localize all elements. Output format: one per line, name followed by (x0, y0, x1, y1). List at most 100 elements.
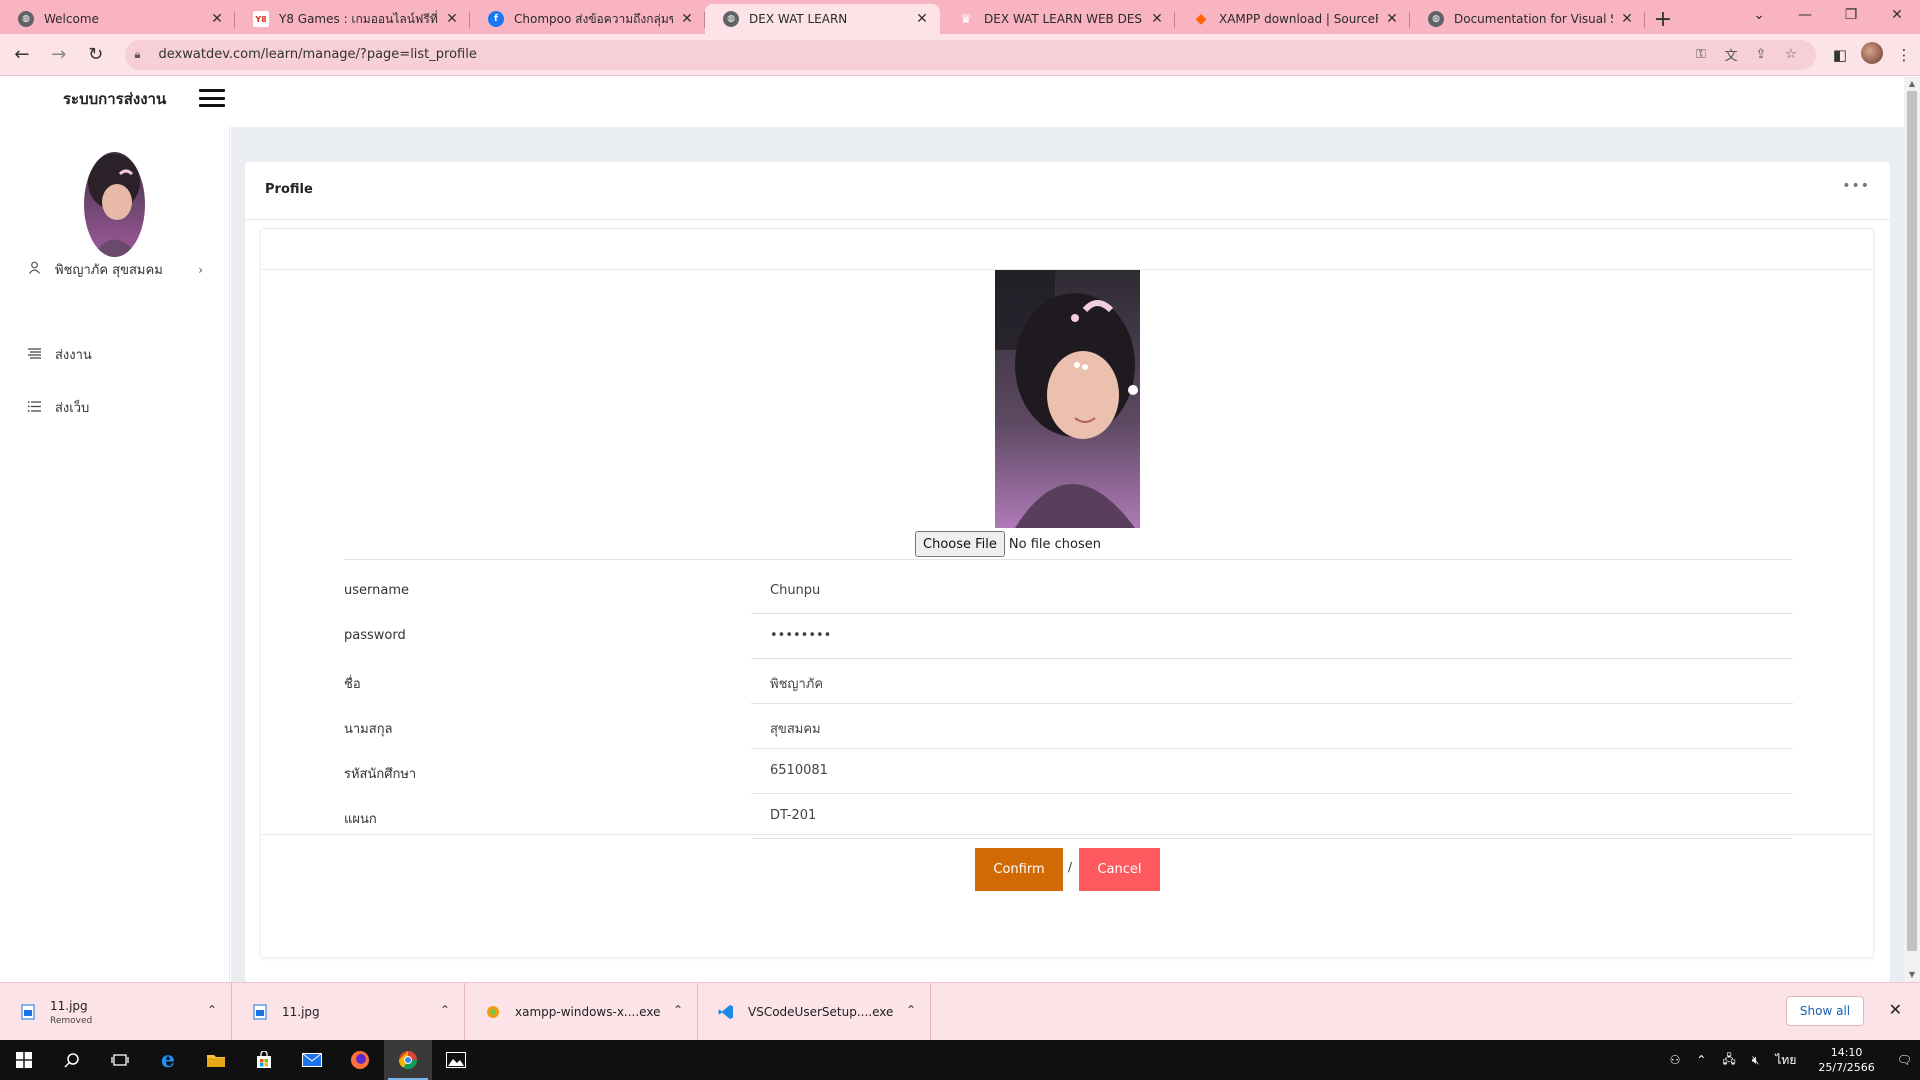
search-icon[interactable] (48, 1040, 96, 1080)
close-window-icon[interactable]: ✕ (1874, 0, 1920, 30)
close-icon[interactable]: ✕ (914, 11, 930, 27)
choose-file-button[interactable]: Choose File (915, 531, 1005, 557)
sidebar: พิชญาภัค สุขสมคม › ส่งงาน ส่งเว็บ (0, 127, 230, 982)
cancel-button[interactable]: Cancel (1079, 848, 1160, 891)
store-icon[interactable] (240, 1040, 288, 1080)
globe-icon: ◍ (18, 11, 34, 27)
restore-icon[interactable]: ❐ (1828, 0, 1874, 30)
network-icon[interactable]: 🖧︎ (1714, 1050, 1743, 1071)
language-indicator[interactable]: ไทย (1767, 1051, 1804, 1070)
volume-muted-icon[interactable]: 🔇︎ (1744, 1053, 1768, 1068)
download-item[interactable]: VSCodeUserSetup....exe ⌃ (698, 983, 931, 1041)
close-icon[interactable]: ✕ (209, 11, 225, 27)
more-options-icon[interactable]: ••• (1842, 178, 1870, 194)
crown-icon: ♛ (960, 11, 972, 27)
department-input[interactable]: DT-201 (751, 794, 1793, 839)
tab-xampp-sourceforge[interactable]: ◆ XAMPP download | SourceForge ✕ (1175, 4, 1410, 34)
scroll-up-icon[interactable]: ▲ (1904, 77, 1920, 91)
notification-icon[interactable]: 🗨︎ (1889, 1053, 1920, 1067)
close-icon[interactable]: ✕ (1384, 11, 1400, 27)
edge-icon[interactable]: e (144, 1040, 192, 1080)
scrollbar-thumb[interactable] (1907, 91, 1917, 951)
photos-icon[interactable] (432, 1040, 480, 1080)
browser-menu-icon[interactable]: ⋮ (1888, 46, 1920, 64)
people-icon[interactable]: ⚇ (1662, 1053, 1689, 1067)
task-view-icon[interactable] (96, 1040, 144, 1080)
clock[interactable]: 14:10 25/7/2566 (1804, 1045, 1888, 1075)
chevron-up-icon[interactable]: ⌃ (906, 1003, 916, 1017)
tab-title: XAMPP download | SourceForge (1219, 12, 1378, 26)
app-brand[interactable]: ระบบการส่งงาน (63, 87, 166, 111)
sourceforge-icon: ◆ (1195, 11, 1207, 27)
page-scrollbar[interactable]: ▲ ▼ (1904, 77, 1920, 982)
tab-search-icon[interactable]: ⌄ (1736, 0, 1782, 30)
download-item[interactable]: 11.jpg ⌃ (232, 983, 465, 1041)
user-profile-link[interactable]: พิชญาภัค สุขสมคม › (28, 259, 203, 280)
tab-vscode-docs[interactable]: ◍ Documentation for Visual Studio ✕ (1410, 4, 1645, 34)
firefox-icon[interactable] (336, 1040, 384, 1080)
align-lines-icon (28, 347, 42, 362)
username-input[interactable]: Chunpu (751, 569, 1793, 614)
tab-y8-games[interactable]: Y8 Y8 Games : เกมออนไลน์ฟรีที่ Y8.com ✕ (235, 4, 470, 34)
side-panel-icon[interactable]: ◧ (1824, 46, 1856, 64)
windows-start-icon[interactable] (0, 1040, 48, 1080)
show-all-button[interactable]: Show all (1786, 996, 1864, 1026)
forward-icon[interactable]: → (44, 40, 74, 70)
first-name-input[interactable]: พิชญาภัค (751, 659, 1793, 704)
bookmark-star-icon[interactable]: ☆ (1776, 47, 1806, 62)
share-icon[interactable]: ⇪ (1746, 47, 1776, 62)
minimize-icon[interactable]: — (1782, 0, 1828, 30)
browser-toolbar: ← → ↻ 🔒︎ dexwatdev.com/learn/manage/?pag… (0, 34, 1920, 76)
key-icon[interactable]: ⚿ (1686, 47, 1716, 62)
translate-icon[interactable]: 文 (1716, 45, 1746, 64)
last-name-input[interactable]: สุขสมคม (751, 704, 1793, 749)
profile-avatar[interactable] (1856, 41, 1888, 68)
address-bar[interactable]: 🔒︎ dexwatdev.com/learn/manage/?page=list… (124, 39, 1816, 70)
chevron-up-icon[interactable]: ⌃ (440, 1003, 450, 1017)
close-icon[interactable]: ✕ (444, 11, 460, 27)
tab-facebook[interactable]: f Chompoo ส่งข้อความถึงกลุ่มของคุณ ✕ (470, 4, 705, 34)
chevron-up-icon[interactable]: ⌃ (673, 1003, 683, 1017)
mail-icon[interactable] (288, 1040, 336, 1080)
tab-welcome[interactable]: ◍ Welcome ✕ (0, 4, 235, 34)
image-file-icon (252, 1003, 268, 1021)
field-label: แผนก (344, 812, 377, 827)
hamburger-menu-icon[interactable] (199, 87, 225, 109)
lock-icon[interactable]: 🔒︎ (135, 48, 153, 62)
url-text[interactable]: dexwatdev.com/learn/manage/?page=list_pr… (159, 47, 1686, 62)
confirm-button[interactable]: Confirm (975, 848, 1063, 891)
chevron-up-icon[interactable]: ⌃ (207, 1003, 217, 1017)
close-icon[interactable]: ✕ (1889, 1000, 1902, 1019)
download-name: xampp-windows-x....exe (515, 1005, 661, 1019)
back-icon[interactable]: ← (7, 40, 37, 70)
profile-card: Profile ••• Choose File No file chosen u… (245, 162, 1890, 982)
clock-date: 25/7/2566 (1818, 1061, 1875, 1074)
chevron-right-icon: › (198, 262, 203, 277)
close-icon[interactable]: ✕ (1149, 11, 1165, 27)
scroll-down-icon[interactable]: ▼ (1904, 968, 1920, 982)
download-name: VSCodeUserSetup....exe (748, 1005, 894, 1019)
app-topbar: ระบบการส่งงาน (0, 77, 1904, 127)
sidebar-item-submit-work[interactable]: ส่งงาน (28, 344, 92, 365)
password-input[interactable]: •••••••• (751, 614, 1793, 659)
image-file-icon (20, 1003, 36, 1021)
reload-icon[interactable]: ↻ (81, 40, 111, 70)
windows-taskbar: e ⚇ ⌃ 🖧︎ 🔇︎ ไทย 14:10 25/7/2566 🗨︎ (0, 1040, 1920, 1080)
new-tab-button[interactable]: + (1645, 4, 1681, 34)
file-status-text: No file chosen (1008, 536, 1101, 552)
tab-dex-wat-learn[interactable]: ◍ DEX WAT LEARN ✕ (705, 4, 940, 34)
xampp-installer-icon (485, 1003, 501, 1021)
window-controls: ⌄ — ❐ ✕ (1736, 0, 1920, 30)
student-id-input[interactable]: 6510081 (751, 749, 1793, 794)
chrome-icon[interactable] (384, 1040, 432, 1080)
chevron-up-icon[interactable]: ⌃ (1688, 1053, 1714, 1067)
download-item[interactable]: xampp-windows-x....exe ⌃ (465, 983, 698, 1041)
globe-icon: ◍ (1428, 11, 1444, 27)
file-explorer-icon[interactable] (192, 1040, 240, 1080)
tab-dex-wat-learn-web-design[interactable]: ♛ DEX WAT LEARN WEB DESIGN ✕ (940, 4, 1175, 34)
sidebar-item-submit-web[interactable]: ส่งเว็บ (27, 397, 89, 418)
close-icon[interactable]: ✕ (679, 11, 695, 27)
close-icon[interactable]: ✕ (1619, 11, 1635, 27)
download-item[interactable]: 11.jpg Removed ⌃ (0, 983, 232, 1041)
tab-title: Chompoo ส่งข้อความถึงกลุ่มของคุณ (514, 11, 673, 26)
